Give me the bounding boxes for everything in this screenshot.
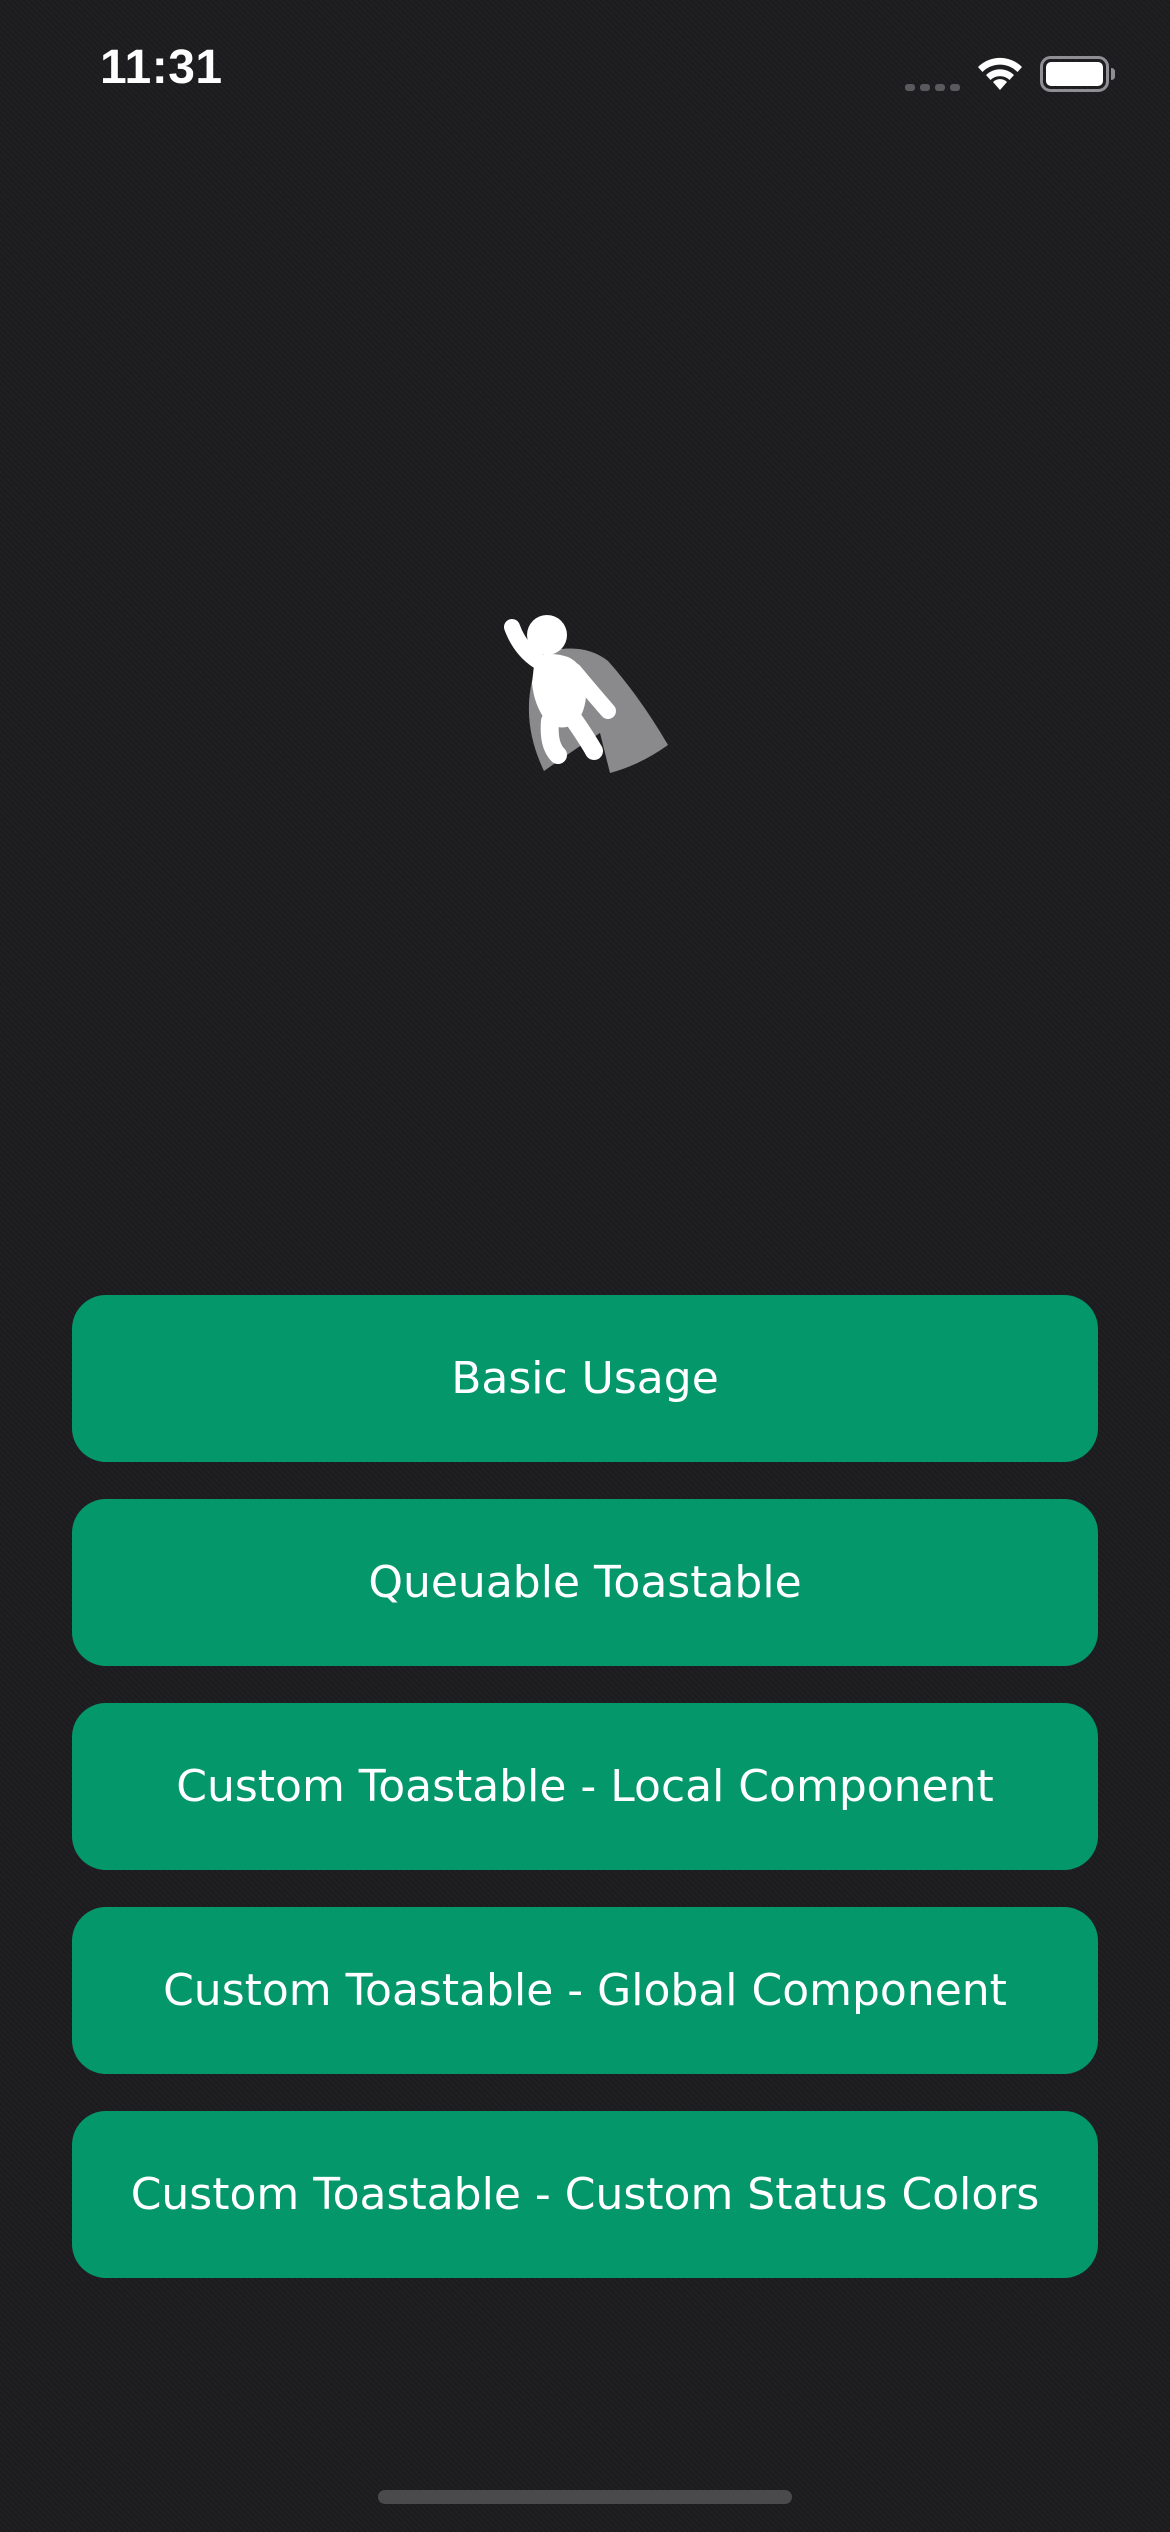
flying-superhero-icon [504,615,668,773]
basic-usage-button[interactable]: Basic Usage [72,1295,1098,1462]
queuable-toastable-button[interactable]: Queuable Toastable [72,1499,1098,1666]
wifi-icon [978,57,1022,90]
cellular-signal-icon [905,84,960,91]
custom-toastable-local-component-button[interactable]: Custom Toastable - Local Component [72,1703,1098,1870]
button-list: Basic Usage Queuable Toastable Custom To… [72,1295,1098,2315]
custom-toastable-custom-status-colors-button[interactable]: Custom Toastable - Custom Status Colors [72,2111,1098,2278]
status-bar: 11:31 [0,0,1170,150]
button-label: Custom Toastable - Global Component [163,1965,1007,2016]
button-label: Custom Toastable - Local Component [176,1761,994,1812]
button-label: Custom Toastable - Custom Status Colors [130,2169,1040,2220]
battery-icon [1040,56,1115,92]
status-time: 11:31 [100,41,223,94]
home-indicator[interactable] [378,2490,792,2504]
custom-toastable-global-component-button[interactable]: Custom Toastable - Global Component [72,1907,1098,2074]
button-label: Queuable Toastable [368,1557,802,1608]
button-label: Basic Usage [451,1353,719,1404]
